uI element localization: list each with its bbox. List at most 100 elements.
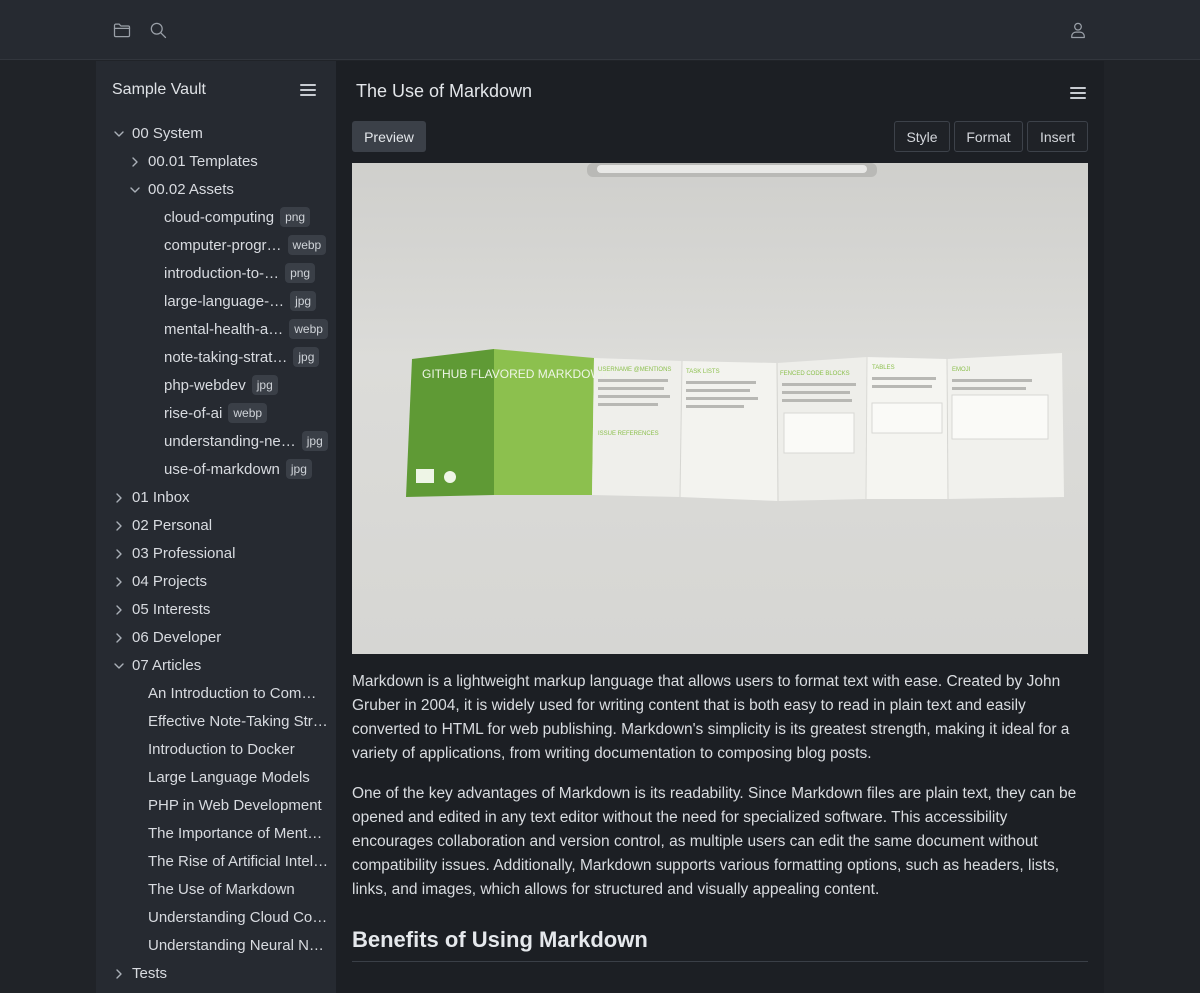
file-type-badge: webp <box>287 235 327 255</box>
tree-item-label: mental-health-a… <box>164 320 284 338</box>
svg-text:FENCED CODE BLOCKS: FENCED CODE BLOCKS <box>780 371 850 377</box>
tree-item-label: The Rise of Artificial Intel… <box>148 852 329 870</box>
tree-item-label: Understanding Cloud Co… <box>148 908 328 926</box>
tree-folder-02-personal[interactable]: 02 Personal <box>96 511 336 539</box>
heading-divider <box>352 961 1088 962</box>
paragraph-advantages: One of the key advantages of Markdown is… <box>352 785 1077 898</box>
tree-file-large-language[interactable]: large-language-… jpg <box>96 287 336 315</box>
tree-item-label: rise-of-ai <box>164 404 223 422</box>
file-type-badge: jpg <box>301 431 328 451</box>
tree-file-understanding-cloud-co[interactable]: Understanding Cloud Co… <box>96 903 336 931</box>
vault-name[interactable]: Sample Vault <box>112 81 206 99</box>
chevron-right-icon[interactable] <box>113 631 125 643</box>
markdown-cheatsheet-photo: GITHUB FLAVORED MARKDOWN USERNAME @MENTI… <box>406 163 1064 502</box>
tree-file-php-webdev[interactable]: php-webdev jpg <box>96 371 336 399</box>
file-type-badge: webp <box>289 319 328 339</box>
chevron-down-icon[interactable] <box>113 127 125 139</box>
tree-file-effective-note-taking-str[interactable]: Effective Note-Taking Str… <box>96 707 336 735</box>
style-button[interactable]: Style <box>894 121 950 152</box>
tree-item-label: 00.02 Assets <box>148 180 234 198</box>
tree-folder-00-system[interactable]: 00 System <box>96 119 336 147</box>
section-heading: Benefits of Using Markdown <box>352 927 648 952</box>
tree-folder-00-02-assets[interactable]: 00.02 Assets <box>96 175 336 203</box>
tree-folder-06-developer[interactable]: 06 Developer <box>96 623 336 651</box>
tree-item-label: php-webdev <box>164 376 246 394</box>
svg-text:EMOJI: EMOJI <box>952 367 971 373</box>
tree-item-label: cloud-computing <box>164 208 275 226</box>
file-tree: 00 System 00.01 Templates 00.02 Assets clou… <box>96 119 336 987</box>
tree-folder-05-interests[interactable]: 05 Interests <box>96 595 336 623</box>
tree-item-label: 04 Projects <box>132 572 208 590</box>
file-type-badge: jpg <box>285 459 312 479</box>
chevron-right-icon[interactable] <box>113 519 125 531</box>
chevron-right-icon[interactable] <box>129 155 141 167</box>
search-icon[interactable] <box>147 19 169 41</box>
chevron-right-icon[interactable] <box>113 967 125 979</box>
tree-file-use-of-markdown[interactable]: use-of-markdown jpg <box>96 455 336 483</box>
tree-item-label: note-taking-strat… <box>164 348 288 366</box>
tree-folder-00-01-templates[interactable]: 00.01 Templates <box>96 147 336 175</box>
chevron-down-icon[interactable] <box>113 659 125 671</box>
tree-folder-tests[interactable]: Tests <box>96 959 336 987</box>
tree-item-label: 03 Professional <box>132 544 236 562</box>
tree-file-large-language-models[interactable]: Large Language Models <box>96 763 336 791</box>
tree-item-label: 07 Articles <box>132 656 202 674</box>
tree-file-the-rise-of-artificial-intel[interactable]: The Rise of Artificial Intel… <box>96 847 336 875</box>
tree-file-an-introduction-to-com[interactable]: An Introduction to Com… <box>96 679 336 707</box>
tree-item-label: introduction-to-… <box>164 264 280 282</box>
tree-item-label: The Use of Markdown <box>148 880 295 898</box>
tree-file-rise-of-ai[interactable]: rise-of-ai webp <box>96 399 336 427</box>
tree-item-label: 06 Developer <box>132 628 222 646</box>
sidebar-menu-icon[interactable] <box>300 81 320 99</box>
tree-folder-01-inbox[interactable]: 01 Inbox <box>96 483 336 511</box>
hero-image: GITHUB FLAVORED MARKDOWN USERNAME @MENTI… <box>352 163 1088 654</box>
preview-button[interactable]: Preview <box>352 121 426 152</box>
tree-file-cloud-computing[interactable]: cloud-computing png <box>96 203 336 231</box>
chevron-right-icon[interactable] <box>113 491 125 503</box>
tree-folder-07-articles[interactable]: 07 Articles <box>96 651 336 679</box>
tree-item-label: use-of-markdown <box>164 460 280 478</box>
tree-file-php-in-web-development[interactable]: PHP in Web Development <box>96 791 336 819</box>
tree-file-computer-progr[interactable]: computer-progr… webp <box>96 231 336 259</box>
svg-text:USERNAME @MENTIONS: USERNAME @MENTIONS <box>598 367 671 373</box>
chevron-right-icon[interactable] <box>113 575 125 587</box>
chevron-down-icon[interactable] <box>129 183 141 195</box>
insert-button[interactable]: Insert <box>1027 121 1088 152</box>
tree-file-note-taking-strat[interactable]: note-taking-strat… jpg <box>96 343 336 371</box>
tree-item-label: The Importance of Ment… <box>148 824 323 842</box>
svg-text:TASK LISTS: TASK LISTS <box>686 369 720 375</box>
tree-item-label: 00 System <box>132 124 203 142</box>
tree-item-label: An Introduction to Com… <box>148 684 317 702</box>
tree-file-the-importance-of-ment[interactable]: The Importance of Ment… <box>96 819 336 847</box>
file-type-badge: png <box>280 207 311 227</box>
tree-item-label: understanding-ne… <box>164 432 296 450</box>
tree-item-label: Effective Note-Taking Str… <box>148 712 328 730</box>
tree-file-introduction-to[interactable]: introduction-to-… png <box>96 259 336 287</box>
tree-file-understanding-neural-n[interactable]: Understanding Neural N… <box>96 931 336 959</box>
user-icon[interactable] <box>1067 19 1089 41</box>
chevron-right-icon[interactable] <box>113 603 125 615</box>
tree-file-understanding-ne[interactable]: understanding-ne… jpg <box>96 427 336 455</box>
tree-item-label: 02 Personal <box>132 516 213 534</box>
top-bar <box>0 0 1200 60</box>
tree-folder-03-professional[interactable]: 03 Professional <box>96 539 336 567</box>
tree-item-label: PHP in Web Development <box>148 796 322 814</box>
tree-item-label: 05 Interests <box>132 600 211 618</box>
chevron-right-icon[interactable] <box>113 547 125 559</box>
tree-item-label: 01 Inbox <box>132 488 190 506</box>
format-button[interactable]: Format <box>954 121 1023 152</box>
tree-item-label: computer-progr… <box>164 236 282 254</box>
tree-item-label: Large Language Models <box>148 768 310 786</box>
svg-text:TABLES: TABLES <box>872 365 895 371</box>
tree-file-introduction-to-docker[interactable]: Introduction to Docker <box>96 735 336 763</box>
tree-file-the-use-of-markdown[interactable]: The Use of Markdown <box>96 875 336 903</box>
tree-item-label: Tests <box>132 964 168 982</box>
tree-item-label: large-language-… <box>164 292 285 310</box>
folder-icon[interactable] <box>111 19 133 41</box>
document-menu-icon[interactable] <box>1070 84 1086 102</box>
tree-item-label: Introduction to Docker <box>148 740 295 758</box>
tree-folder-04-projects[interactable]: 04 Projects <box>96 567 336 595</box>
sidebar-header: Sample Vault <box>96 61 336 119</box>
tree-file-mental-health-a[interactable]: mental-health-a… webp <box>96 315 336 343</box>
file-explorer-sidebar: Sample Vault 00 System 00.01 Templates 00.… <box>96 61 336 993</box>
